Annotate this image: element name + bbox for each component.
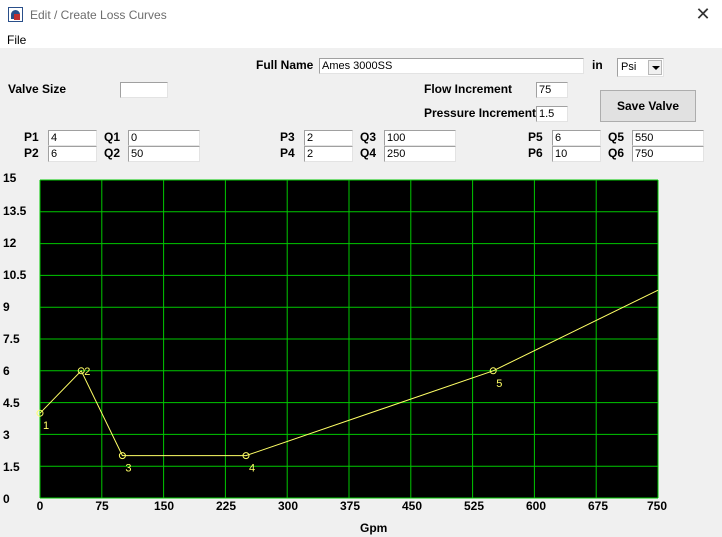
loss-curve-chart: 1 2 3 4 5 bbox=[36, 179, 659, 499]
data-point-label: 4 bbox=[249, 463, 255, 475]
data-point-label: 2 bbox=[84, 366, 90, 378]
data-point-label: 5 bbox=[496, 378, 502, 390]
data-point-label: 1 bbox=[43, 420, 49, 432]
data-point-label: 3 bbox=[125, 463, 131, 475]
